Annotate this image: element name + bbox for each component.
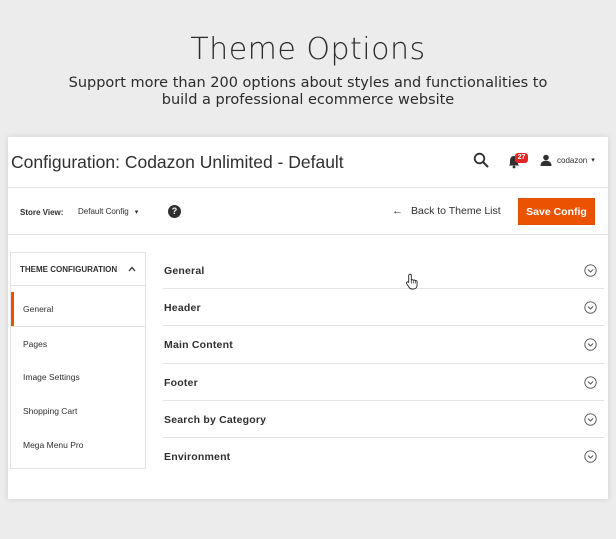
section-title: Footer [164,376,198,389]
chevron-down-circle-icon [584,264,597,277]
section-title: Environment [164,450,231,463]
chevron-down-circle-icon [584,301,597,314]
section-search-by-category[interactable]: Search by Category [163,401,604,438]
save-config-button[interactable]: Save Config [518,198,595,225]
section-footer[interactable]: Footer [163,364,604,401]
notification-count-badge: 27 [515,153,528,163]
admin-panel: Configuration: Codazon Unlimited - Defau… [8,137,608,499]
chevron-up-icon [128,266,136,272]
hero-title: Theme Options [190,32,426,67]
section-title: Search by Category [164,413,267,426]
arrow-left-icon: ← [392,205,403,217]
section-title: Header [164,302,201,315]
sidebar-item-image-settings[interactable]: Image Settings [11,360,145,394]
sidebar-item-general[interactable]: General [11,292,145,326]
hero-subtitle: Support more than 200 options about styl… [60,75,556,109]
hero-subtitle-line-2: build a professional ecommerce website [161,92,455,108]
sidebar-item-label: Pages [23,339,48,349]
section-header[interactable]: Header [163,289,604,327]
help-icon[interactable]: ? [168,205,181,218]
store-view-value: Default Config [78,207,129,216]
sidebar-item-mega-menu-pro[interactable]: Mega Menu Pro [11,428,145,462]
store-view-select[interactable]: Default Config ▾ [78,207,138,216]
sidebar-item-label: Image Settings [23,372,80,382]
back-link-label: Back to Theme List [411,205,501,217]
user-icon [540,154,552,166]
section-title: Main Content [164,339,233,352]
store-view-label: Store View: [20,208,64,217]
sidebar-item-label: General [23,304,54,314]
sidebar-item-shopping-cart[interactable]: Shopping Cart [11,394,145,428]
chevron-down-icon: ▾ [591,157,595,164]
chevron-down-circle-icon [584,375,597,389]
page-title: Configuration: Codazon Unlimited - Defau… [11,152,344,172]
sidebar-item-label: Mega Menu Pro [23,440,84,450]
hero-subtitle-line-1: Support more than 200 options about styl… [68,75,548,91]
sidebar-heading-label: THEME CONFIGURATION [20,264,118,274]
config-sections: General Header Main Content Footer Searc… [163,252,604,475]
page-header: Configuration: Codazon Unlimited - Defau… [8,137,608,187]
store-view-bar: Store View: Default Config ▾ ? ← Back to… [8,188,608,234]
user-menu[interactable]: codazon ▾ [540,153,595,167]
sidebar-item-pages[interactable]: Pages [11,326,145,360]
section-general[interactable]: General [163,252,604,290]
sidebar-heading[interactable]: THEME CONFIGURATION [11,253,145,286]
section-environment[interactable]: Environment [163,438,604,475]
chevron-down-icon: ▾ [134,208,139,216]
chevron-down-circle-icon [584,413,597,426]
hand-cursor-icon [405,273,418,290]
sidebar-list: General Pages Image Settings Shopping Ca… [11,292,145,462]
toolbar-divider [8,234,608,235]
sidebar-item-label: Shopping Cart [23,406,78,416]
chevron-down-circle-icon [584,450,597,463]
search-icon[interactable] [473,152,489,168]
section-main-content[interactable]: Main Content [163,326,604,364]
theme-config-sidebar: THEME CONFIGURATION General Pages Image … [10,252,146,469]
chevron-down-circle-icon [584,338,597,352]
back-to-theme-list-link[interactable]: ← Back to Theme List [392,205,501,217]
username: codazon [557,155,588,165]
section-title: General [164,265,205,277]
